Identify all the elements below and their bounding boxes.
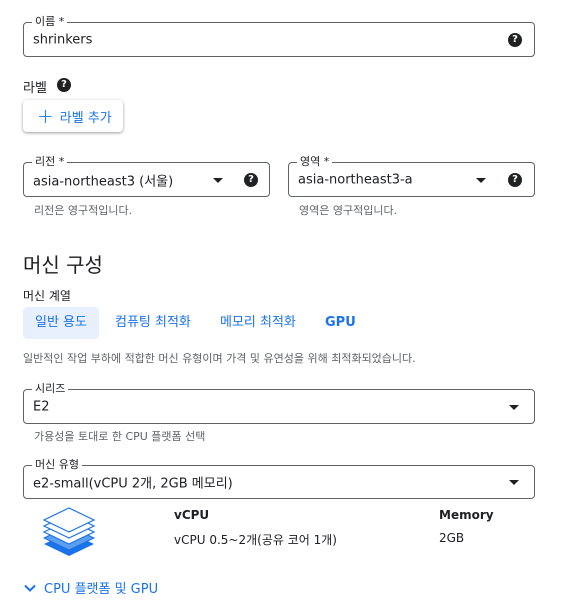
zone-select[interactable]: 영역 * asia-northeast3-a ? bbox=[288, 155, 535, 197]
region-hint: 리전은 영구적입니다. bbox=[34, 204, 133, 217]
labels-title: 라벨 bbox=[23, 81, 47, 96]
add-label-button[interactable]: + 라벨 추가 bbox=[23, 100, 123, 132]
dropdown-caret-icon[interactable] bbox=[213, 178, 223, 183]
spec-value-vcpu: vCPU 0.5~2개(공유 코어 1개) bbox=[174, 533, 337, 547]
cpu-gpu-expand-label: CPU 플랫폼 및 GPU bbox=[44, 582, 159, 597]
machine-type-select-label: 머신 유형 bbox=[32, 458, 82, 472]
region-select-value: asia-northeast3 (서울) bbox=[33, 174, 174, 189]
zone-select-label: 영역 * bbox=[297, 155, 333, 169]
cpu-gpu-expand-link[interactable]: CPU 플랫폼 및 GPU bbox=[23, 578, 158, 597]
add-label-button-label: 라벨 추가 bbox=[59, 110, 112, 126]
plus-icon: + bbox=[37, 104, 54, 128]
tab-compute-optimized[interactable]: 컴퓨팅 최적화 bbox=[103, 307, 203, 339]
spec-value-memory: 2GB bbox=[439, 531, 465, 545]
machine-config-title: 머신 구성 bbox=[23, 253, 103, 277]
machine-type-select-value: e2-small(vCPU 2개, 2GB 메모리) bbox=[33, 476, 233, 492]
machine-family-description: 일반적인 작업 부하에 적합한 머신 유형이며 가격 및 유연성을 위해 최적화… bbox=[23, 352, 416, 365]
stacked-layers-icon bbox=[42, 507, 96, 556]
spec-header-vcpu: vCPU bbox=[174, 508, 210, 522]
chevron-down-icon bbox=[24, 584, 36, 592]
region-select[interactable]: 리전 * asia-northeast3 (서울) ? bbox=[23, 155, 270, 197]
name-field-value[interactable]: shrinkers bbox=[33, 32, 92, 47]
name-field[interactable]: 이름 * shrinkers ? bbox=[23, 15, 535, 57]
zone-help-icon[interactable]: ? bbox=[508, 173, 522, 187]
labels-help-icon[interactable]: ? bbox=[57, 78, 71, 92]
series-hint: 가용성을 토대로 한 CPU 플랫폼 선택 bbox=[34, 430, 206, 443]
name-field-label: 이름 * bbox=[32, 15, 68, 29]
series-select[interactable]: 시리즈 E2 bbox=[23, 382, 535, 424]
region-help-icon[interactable]: ? bbox=[244, 173, 258, 187]
dropdown-caret-icon[interactable] bbox=[476, 178, 486, 183]
machine-type-select[interactable]: 머신 유형 e2-small(vCPU 2개, 2GB 메모리) bbox=[23, 458, 535, 499]
help-icon[interactable]: ? bbox=[508, 33, 522, 47]
zone-select-value: asia-northeast3-a bbox=[298, 172, 413, 187]
tab-memory-optimized[interactable]: 메모리 최적화 bbox=[208, 307, 308, 339]
series-select-value: E2 bbox=[33, 399, 50, 414]
series-select-label: 시리즈 bbox=[32, 382, 69, 396]
spec-header-memory: Memory bbox=[439, 508, 494, 522]
region-select-label: 리전 * bbox=[32, 155, 68, 169]
tab-gpu[interactable]: GPU bbox=[313, 307, 368, 339]
dropdown-caret-icon[interactable] bbox=[509, 405, 519, 410]
dropdown-caret-icon[interactable] bbox=[509, 480, 519, 485]
zone-hint: 영역은 영구적입니다. bbox=[299, 204, 398, 217]
machine-family-label: 머신 계열 bbox=[23, 289, 71, 303]
tab-general-purpose[interactable]: 일반 용도 bbox=[23, 307, 99, 339]
